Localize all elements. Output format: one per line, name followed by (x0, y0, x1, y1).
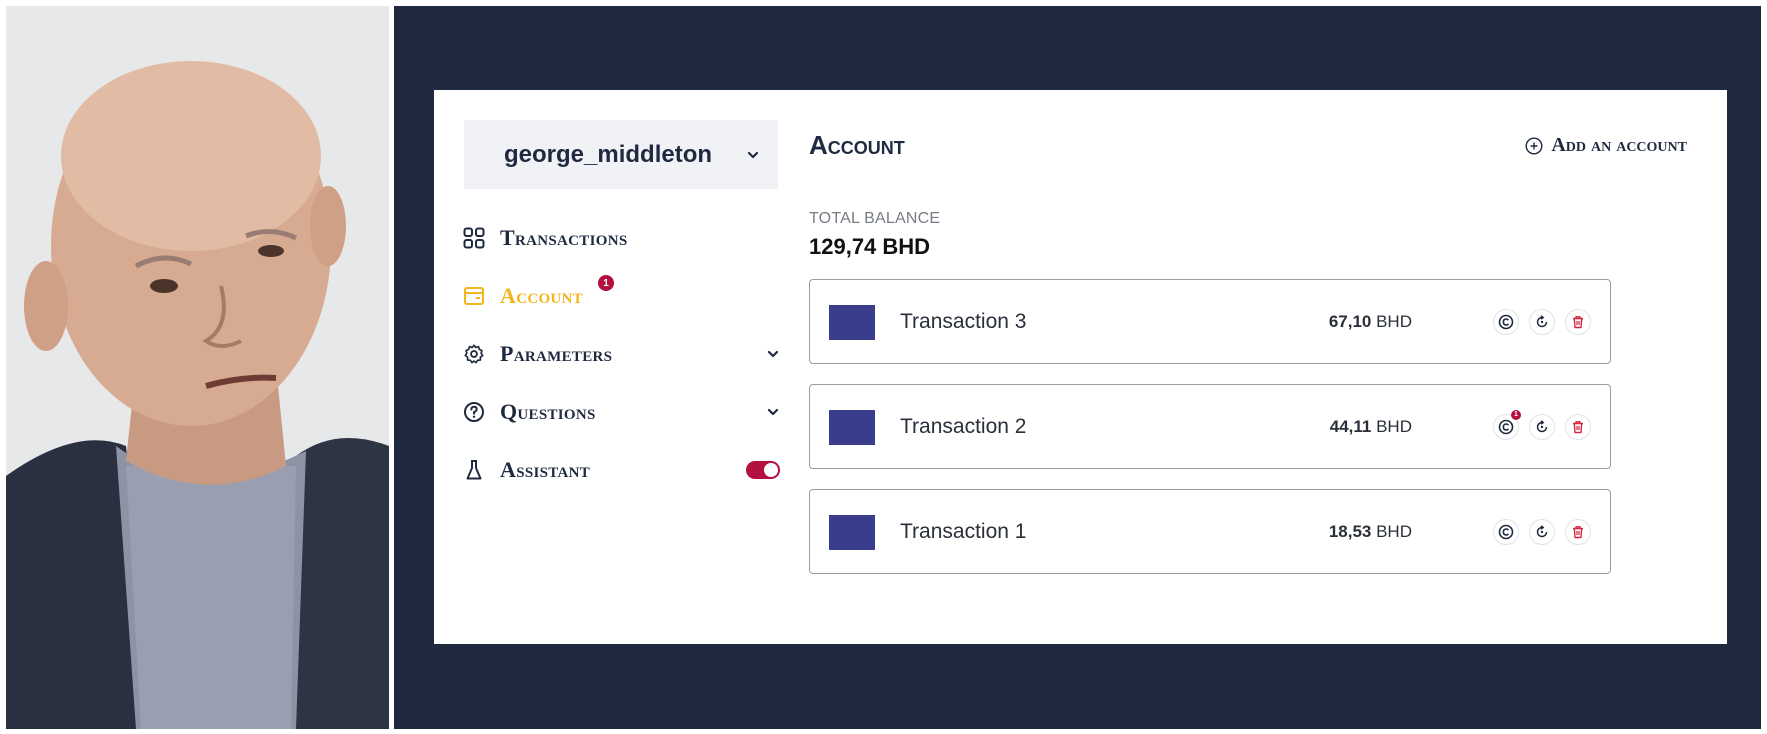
chevron-down-icon[interactable] (766, 405, 780, 419)
refresh-icon[interactable] (1529, 308, 1555, 335)
total-balance-value: 129,74 BHD (809, 234, 931, 259)
sidebar-nav: Transactions Account 1 Parameters Questi… (462, 209, 780, 499)
plus-circle-icon (1525, 136, 1543, 155)
transaction-row[interactable]: Transaction 2 44,11 BHD 1 (809, 384, 1611, 469)
trash-icon[interactable] (1565, 308, 1591, 335)
refresh-icon[interactable] (1529, 413, 1555, 440)
total-balance-label: TOTAL BALANCE (809, 210, 941, 227)
amount-currency: BHD (1376, 521, 1412, 541)
help-circle-icon (462, 400, 486, 424)
flask-icon (462, 458, 486, 482)
amount-value: 67,10 (1328, 311, 1372, 331)
sidebar-item-label: Transactions (500, 225, 628, 250)
sidebar-item-assistant[interactable]: Assistant (462, 441, 780, 499)
transaction-actions: 1 (1493, 409, 1591, 440)
transaction-amount: 18,53 BHD (1329, 522, 1412, 542)
transaction-color-swatch (829, 515, 875, 550)
toggle-switch[interactable] (746, 461, 780, 479)
transaction-amount: 44,11 BHD (1330, 417, 1412, 437)
sidebar-item-label: Assistant (500, 457, 591, 482)
amount-value: 18,53 (1328, 521, 1372, 541)
amount-value: 44,11 (1329, 416, 1372, 436)
amount-currency: BHD (1376, 311, 1412, 331)
transaction-actions (1493, 518, 1591, 545)
transaction-amount: 67,10 BHD (1329, 312, 1412, 332)
sidebar-item-parameters[interactable]: Parameters (462, 325, 780, 383)
transaction-color-swatch (829, 410, 875, 445)
sidebar-item-account[interactable]: Account 1 (462, 267, 780, 325)
copyright-icon[interactable]: 1 (1493, 409, 1521, 440)
gear-icon (462, 342, 486, 366)
portrait-illustration (6, 6, 389, 729)
transaction-color-swatch (829, 305, 875, 340)
amount-currency: BHD (1376, 416, 1412, 436)
transaction-row[interactable]: Transaction 3 67,10 BHD (809, 279, 1611, 364)
transaction-name: Transaction 1 (900, 519, 1027, 543)
add-account-label: Add an account (1551, 134, 1687, 156)
chevron-down-icon (747, 151, 759, 158)
grid-icon (462, 226, 486, 250)
transaction-row[interactable]: Transaction 1 18,53 BHD (809, 489, 1611, 574)
notification-badge: 1 (1511, 409, 1521, 420)
wallet-icon (462, 284, 486, 308)
app-frame: george_middleton Transactions Account 1 … (394, 6, 1761, 729)
sidebar-item-label: Account (500, 283, 583, 308)
copyright-icon[interactable] (1493, 518, 1519, 545)
user-name: george_middleton (504, 140, 713, 168)
profile-photo (6, 6, 389, 729)
user-select[interactable]: george_middleton (464, 120, 778, 189)
transaction-actions (1493, 308, 1591, 335)
trash-icon[interactable] (1565, 413, 1591, 440)
sidebar-item-label: Questions (500, 399, 596, 424)
copyright-icon[interactable] (1493, 308, 1519, 335)
sidebar-item-label: Parameters (500, 341, 613, 366)
account-card: george_middleton Transactions Account 1 … (434, 90, 1727, 644)
sidebar-item-questions[interactable]: Questions (462, 383, 780, 441)
sidebar-item-transactions[interactable]: Transactions (462, 209, 780, 267)
page-title: Account (809, 130, 905, 160)
assistant-toggle[interactable] (746, 461, 780, 479)
refresh-icon[interactable] (1529, 518, 1555, 545)
trash-icon[interactable] (1565, 518, 1591, 545)
notification-badge: 1 (598, 275, 614, 291)
add-account-button[interactable]: Add an account (1525, 134, 1687, 157)
transaction-name: Transaction 2 (900, 414, 1027, 438)
chevron-down-icon[interactable] (766, 347, 780, 361)
transaction-list: Transaction 3 67,10 BHD Transaction 2 44… (809, 279, 1611, 594)
transaction-name: Transaction 3 (900, 309, 1027, 333)
